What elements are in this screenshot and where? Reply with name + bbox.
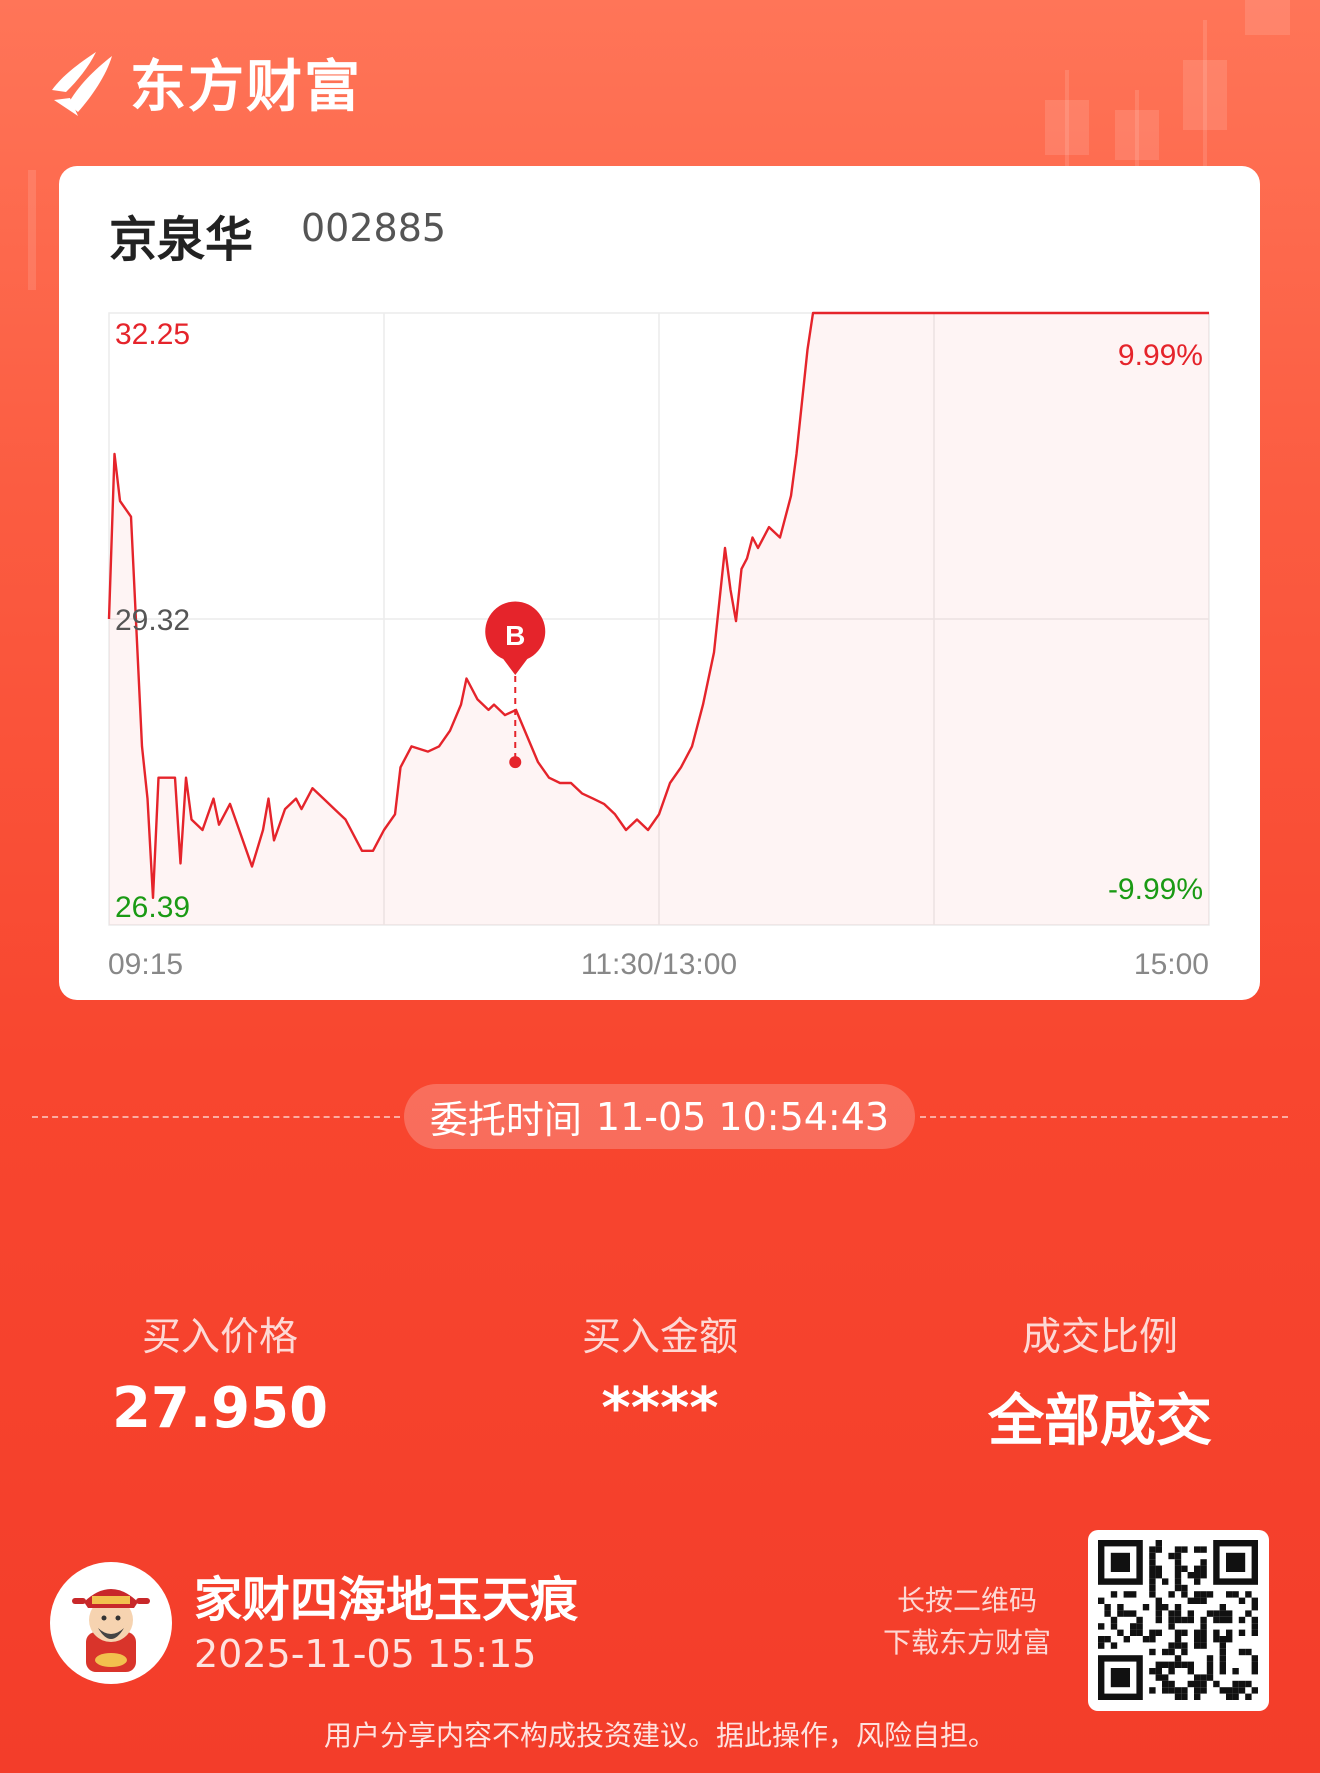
stat-buy-amount: 买入金额 **** (495, 1306, 825, 1441)
buy-price-value: 27.950 (111, 1376, 329, 1441)
buy-amount-value: **** (601, 1376, 719, 1441)
brand-logo-icon (52, 52, 112, 116)
price-ref-label: 29.32 (115, 604, 190, 637)
brand-logo: 东方财富 (48, 42, 362, 122)
pct-max-label: 9.99% (1118, 339, 1203, 372)
download-qr-code[interactable] (1088, 1530, 1269, 1711)
x-tick-close: 15:00 (1134, 948, 1209, 981)
price-max-label: 32.25 (115, 318, 190, 351)
qr-code-icon (1098, 1540, 1258, 1700)
stat-buy-price: 买入价格 27.950 (55, 1306, 385, 1441)
risk-disclaimer: 用户分享内容不构成投资建议。据此操作，风险自担。 (323, 1719, 996, 1752)
stat-fill-ratio: 成交比例 全部成交 (935, 1306, 1265, 1457)
divider-right (920, 1116, 1288, 1118)
divider-left (32, 1116, 400, 1118)
left-decoration (28, 170, 36, 290)
intraday-chart: 32.25 29.32 26.39 9.99% -9.99% 09:15 11:… (107, 311, 1210, 981)
background-candles-decoration (1045, 0, 1290, 190)
qr-hint-line2: 下载东方财富 (882, 1626, 1051, 1659)
stock-chart-card[interactable]: 京泉华 002885 32.25 29.32 26.39 9.99% -9.99… (59, 166, 1260, 1000)
brand-name: 东方财富 (130, 54, 362, 120)
fortune-god-avatar-icon (72, 1589, 150, 1672)
fill-ratio-value: 全部成交 (988, 1389, 1212, 1454)
fill-ratio-label: 成交比例 (1021, 1315, 1178, 1360)
buy-amount-label: 买入金额 (581, 1315, 738, 1360)
buy-price-label: 买入价格 (141, 1315, 298, 1360)
buy-marker-label: B (505, 620, 525, 651)
pct-min-label: -9.99% (1108, 873, 1203, 906)
price-min-label: 26.39 (115, 891, 190, 924)
user-avatar[interactable] (50, 1562, 172, 1684)
qr-hint-line1: 长按二维码 (896, 1584, 1037, 1617)
qr-hint: 长按二维码 下载东方财富 (872, 1580, 1062, 1664)
buy-marker-dot (509, 756, 522, 769)
order-time-value: 11-05 10:54:43 (595, 1094, 890, 1139)
user-name: 家财四海地玉天痕 (194, 1572, 579, 1628)
x-tick-midday: 11:30/13:00 (581, 948, 737, 981)
order-time-label: 委托时间 (429, 1098, 582, 1142)
order-time-pill: 委托时间 11-05 10:54:43 (404, 1084, 915, 1149)
share-time: 2025-11-05 15:15 (194, 1632, 537, 1676)
x-tick-open: 09:15 (108, 948, 183, 981)
